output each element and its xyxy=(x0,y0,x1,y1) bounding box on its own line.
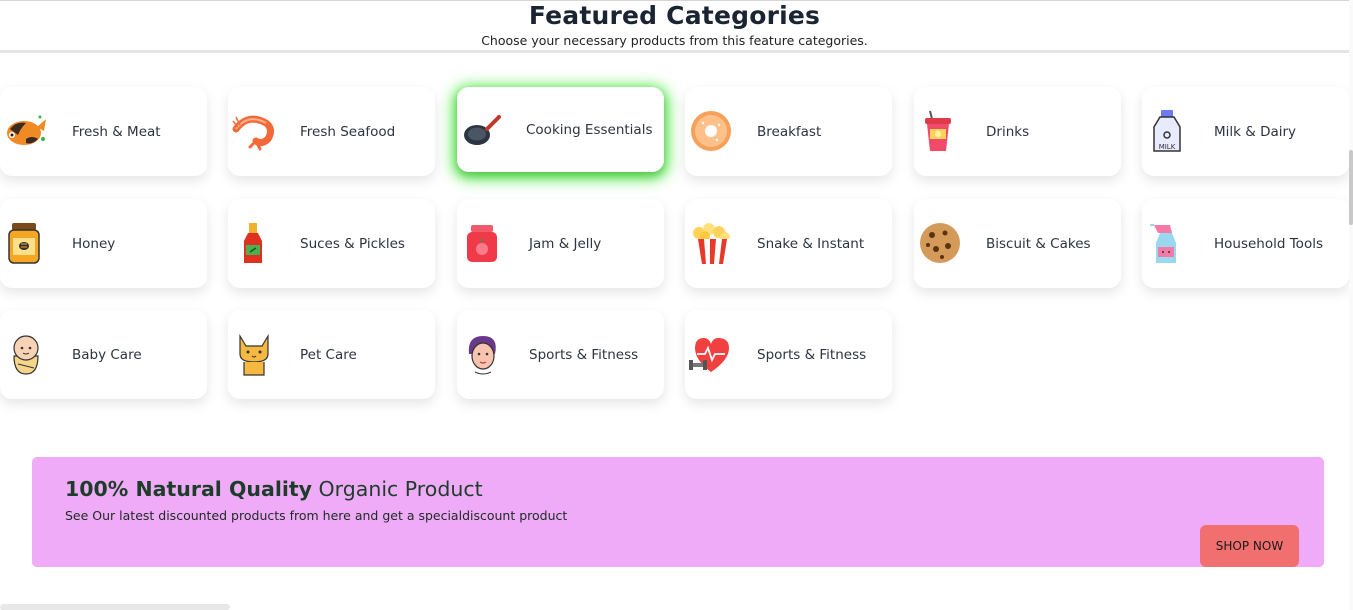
category-label: Drinks xyxy=(986,123,1030,140)
page-title: Featured Categories xyxy=(528,1,821,30)
cookie-icon xyxy=(920,223,960,263)
promo-banner: 100% Natural Quality Organic Product See… xyxy=(32,457,1324,567)
category-label: Fresh & Meat xyxy=(72,123,161,140)
category-card-sports-fitness-1[interactable]: Sports & Fitness xyxy=(457,310,664,399)
drink-cup-icon xyxy=(925,110,951,151)
category-label: Baby Care xyxy=(72,346,142,363)
category-card-household-tools[interactable]: Household Tools xyxy=(1142,199,1349,288)
milk-bottle-icon: MILK xyxy=(1153,110,1181,152)
banner-heading-bold: 100% Natural Quality xyxy=(65,477,313,501)
category-label: Sports & Fitness xyxy=(757,346,867,363)
category-card-pet-care[interactable]: Pet Care xyxy=(228,310,435,399)
category-label: Sports & Fitness xyxy=(529,346,639,363)
category-label: Suces & Pickles xyxy=(300,235,405,252)
category-label: Honey xyxy=(72,235,116,252)
category-card-cooking-essentials[interactable]: Cooking Essentials xyxy=(457,87,664,172)
category-label: Pet Care xyxy=(300,346,357,363)
category-label: Household Tools xyxy=(1214,235,1323,252)
jam-jar-icon xyxy=(467,225,497,262)
category-card-drinks[interactable]: Drinks xyxy=(914,87,1121,176)
category-label: Breakfast xyxy=(757,123,822,140)
banner-heading-rest: Organic Product xyxy=(312,477,483,501)
page-subtitle: Choose your necessary products from this… xyxy=(481,33,868,48)
heart-dumbbell-icon xyxy=(689,338,729,372)
section-header: Featured Categories Choose your necessar… xyxy=(0,1,1349,53)
category-card-fresh-meat[interactable]: Fresh & Meat xyxy=(0,87,207,176)
category-label: Fresh Seafood xyxy=(300,123,396,140)
frying-pan-icon xyxy=(464,115,501,145)
cat-icon xyxy=(239,333,269,376)
category-label: Snake & Instant xyxy=(757,235,865,252)
honey-jar-icon xyxy=(8,223,40,264)
banner-heading: 100% Natural Quality Organic Product xyxy=(65,477,483,501)
scrollbar-thumb[interactable] xyxy=(1349,150,1353,225)
category-card-biscuit-cakes[interactable]: Biscuit & Cakes xyxy=(914,199,1121,288)
spray-bottle-icon xyxy=(1150,224,1176,263)
scrollbar-track[interactable] xyxy=(1349,0,1353,610)
donut-icon xyxy=(691,111,731,151)
category-card-breakfast[interactable]: Breakfast xyxy=(685,87,892,176)
category-label: Cooking Essentials xyxy=(526,121,653,138)
person-face-icon xyxy=(468,336,496,375)
svg-text:MILK: MILK xyxy=(1159,143,1176,151)
shrimp-icon xyxy=(232,115,275,151)
category-card-sauces-pickles[interactable]: Suces & Pickles xyxy=(228,199,435,288)
category-card-fresh-seafood[interactable]: Fresh Seafood xyxy=(228,87,435,176)
category-label: Jam & Jelly xyxy=(529,235,602,252)
baby-icon xyxy=(13,335,39,375)
banner-description: See Our latest discounted products from … xyxy=(65,508,568,523)
category-label: Biscuit & Cakes xyxy=(986,235,1091,252)
popcorn-icon xyxy=(693,223,730,264)
category-card-honey[interactable]: Honey xyxy=(0,199,207,288)
category-card-milk-dairy[interactable]: MILK Milk & Dairy xyxy=(1142,87,1349,176)
category-card-snake-instant[interactable]: Snake & Instant xyxy=(685,199,892,288)
sauce-bottle-icon xyxy=(244,223,262,263)
category-label: Milk & Dairy xyxy=(1214,123,1297,140)
bottom-edge-bar xyxy=(0,604,230,610)
shop-now-button[interactable]: SHOP NOW xyxy=(1200,525,1299,567)
category-card-jam-jelly[interactable]: Jam & Jelly xyxy=(457,199,664,288)
fish-icon xyxy=(7,115,46,145)
category-card-sports-fitness-2[interactable]: Sports & Fitness xyxy=(685,310,892,399)
category-card-baby-care[interactable]: Baby Care xyxy=(0,310,207,399)
